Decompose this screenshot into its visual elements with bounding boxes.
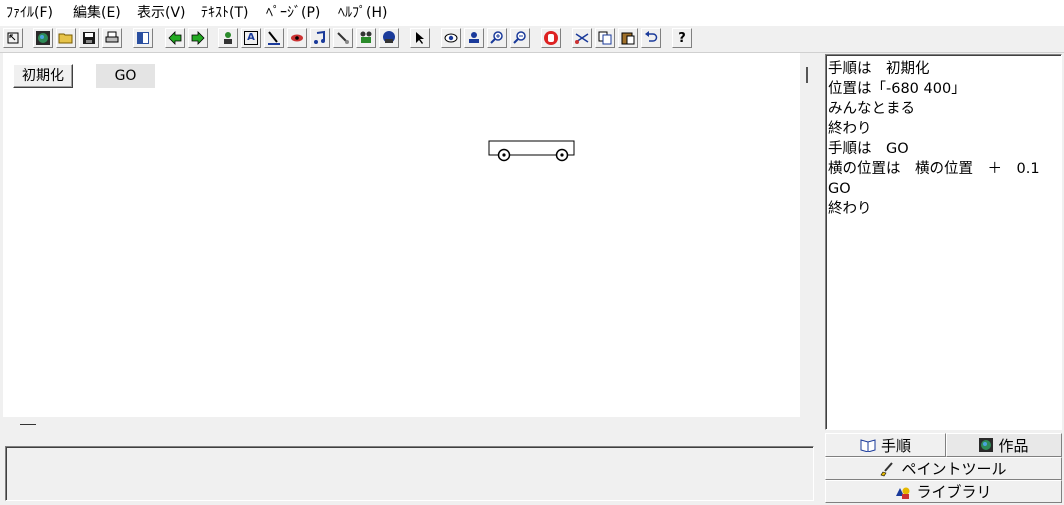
tab-paint-tool-label: ペイントツール [901, 460, 1007, 478]
go-button[interactable]: GO [96, 64, 155, 88]
paintbrush-icon [881, 461, 894, 476]
script-line: 手順は 初期化 [828, 61, 930, 77]
globe-icon [979, 438, 994, 452]
stage-canvas[interactable]: 初期化 GO [3, 53, 800, 417]
message-panel[interactable] [5, 446, 814, 501]
zoom-in-icon[interactable] [487, 28, 507, 48]
globe-icon[interactable] [33, 28, 53, 48]
eye-red-icon[interactable] [287, 28, 307, 48]
tab-works-label: 作品 [998, 436, 1029, 455]
menu-file[interactable]: ﾌｧｲﾙ(F) [6, 3, 53, 23]
paste-icon[interactable] [618, 28, 638, 48]
eye-icon[interactable] [441, 28, 461, 48]
menu-text[interactable]: ﾃｷｽﾄ(T) [201, 3, 248, 23]
car-sprite[interactable] [488, 140, 576, 162]
init-button[interactable]: 初期化 [13, 64, 73, 88]
script-line: みんなとまる [828, 101, 915, 117]
book-icon[interactable] [133, 28, 153, 48]
robot-icon[interactable] [379, 28, 399, 48]
script-line: 終わり [828, 121, 872, 137]
cut-icon[interactable] [572, 28, 592, 48]
script-editor[interactable]: 手順は 初期化 位置は「-680 400」 みんなとまる 終わり 手順は GO … [825, 54, 1062, 430]
stop-hand-icon[interactable] [541, 28, 561, 48]
menu-bar: ﾌｧｲﾙ(F) 編集(E) 表示(V) ﾃｷｽﾄ(T) ﾍﾟｰｼﾞ(P) ﾍﾙﾌ… [0, 0, 1064, 26]
tab-paint-tool[interactable]: ペイントツール [825, 457, 1062, 480]
script-line: 横の位置は 横の位置 ＋ 0.1 [828, 161, 1040, 177]
copy-icon[interactable] [595, 28, 615, 48]
undo-icon[interactable] [641, 28, 661, 48]
tab-works[interactable]: 作品 [946, 433, 1062, 457]
forward-arrow-icon[interactable] [188, 28, 208, 48]
character-icon[interactable] [218, 28, 238, 48]
stage-minimize-dash[interactable] [20, 424, 36, 425]
script-line: GO [828, 181, 851, 197]
tab-script-label: 手順 [880, 436, 911, 455]
menu-edit[interactable]: 編集(E) [73, 3, 121, 23]
tab-library-label: ライブラリ [916, 483, 992, 501]
tab-library[interactable]: ライブラリ [825, 480, 1062, 503]
brush-icon[interactable] [333, 28, 353, 48]
text-box-icon[interactable]: A [241, 28, 261, 48]
tab-script[interactable]: 手順 [825, 433, 946, 457]
shapes-icon [896, 487, 910, 499]
open-folder-icon[interactable] [56, 28, 76, 48]
menu-help[interactable]: ﾍﾙﾌﾟ(H) [338, 3, 387, 23]
help-icon[interactable]: ? [672, 28, 692, 48]
stamp-icon[interactable] [464, 28, 484, 48]
film-camera-icon[interactable] [356, 28, 376, 48]
toolbar: A ? [0, 26, 1064, 53]
pointer-arrow-icon[interactable] [410, 28, 430, 48]
music-note-icon[interactable] [310, 28, 330, 48]
script-line: 終わり [828, 201, 872, 217]
pen-tool-icon[interactable] [264, 28, 284, 48]
open-book-icon [860, 439, 876, 452]
script-line: 位置は「-680 400」 [828, 81, 966, 97]
script-line: 手順は GO [828, 141, 909, 157]
cursor-small-icon[interactable] [3, 28, 23, 48]
menu-page[interactable]: ﾍﾟｰｼﾞ(P) [266, 3, 320, 23]
back-arrow-icon[interactable] [165, 28, 185, 48]
menu-view[interactable]: 表示(V) [137, 3, 186, 23]
save-icon[interactable] [79, 28, 99, 48]
print-icon[interactable] [102, 28, 122, 48]
stage-edge-marker [806, 67, 808, 83]
zoom-out-icon[interactable] [510, 28, 530, 48]
